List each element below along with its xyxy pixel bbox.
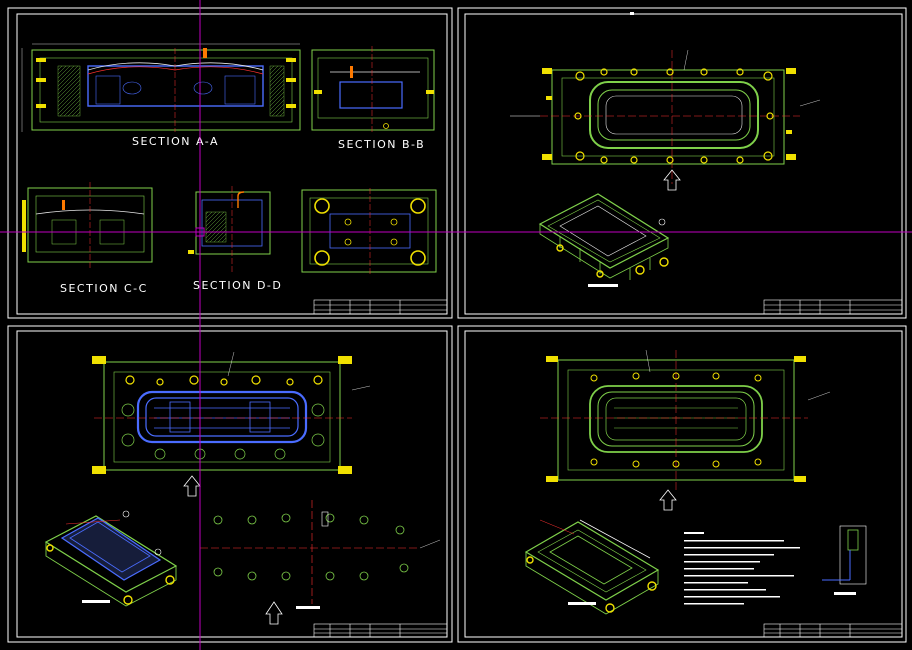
section-d-d-label: SECTION D-D — [193, 279, 282, 292]
lower-die-plan-view[interactable] — [92, 351, 371, 497]
section-detail-small[interactable] — [822, 525, 867, 595]
upper-die-plan-view[interactable] — [510, 49, 821, 191]
blank-holder-plan-view[interactable] — [540, 349, 831, 511]
section-b-b-view[interactable] — [311, 46, 435, 132]
section-c-c-view[interactable] — [22, 182, 153, 268]
lower-die-isometric-view[interactable] — [44, 510, 178, 607]
section-a-a-view[interactable] — [21, 43, 301, 132]
section-b-b-label: SECTION B-B — [338, 138, 425, 151]
section-c-c-label: SECTION C-C — [60, 282, 148, 295]
sheet-frame-bottom-left — [7, 325, 453, 643]
blank-holder-isometric-view[interactable] — [524, 519, 660, 615]
sheet-frames — [7, 7, 907, 643]
title-block-top-right — [763, 299, 903, 315]
pin-layout-view[interactable] — [200, 500, 441, 625]
title-blocks — [313, 299, 903, 638]
sheet-frame-top-right — [457, 7, 907, 319]
upper-die-isometric-view[interactable] — [538, 193, 670, 287]
technical-notes-block — [684, 532, 800, 605]
top-marker — [630, 12, 634, 15]
title-block-bottom-left — [313, 623, 448, 638]
section-a-a-label: SECTION A-A — [132, 135, 219, 148]
title-block-top-left — [313, 299, 448, 315]
title-block-bottom-right — [763, 623, 903, 638]
cad-drawing-canvas[interactable]: SECTION A-A SECTION B-B SECTION C-C SECT… — [0, 0, 912, 650]
